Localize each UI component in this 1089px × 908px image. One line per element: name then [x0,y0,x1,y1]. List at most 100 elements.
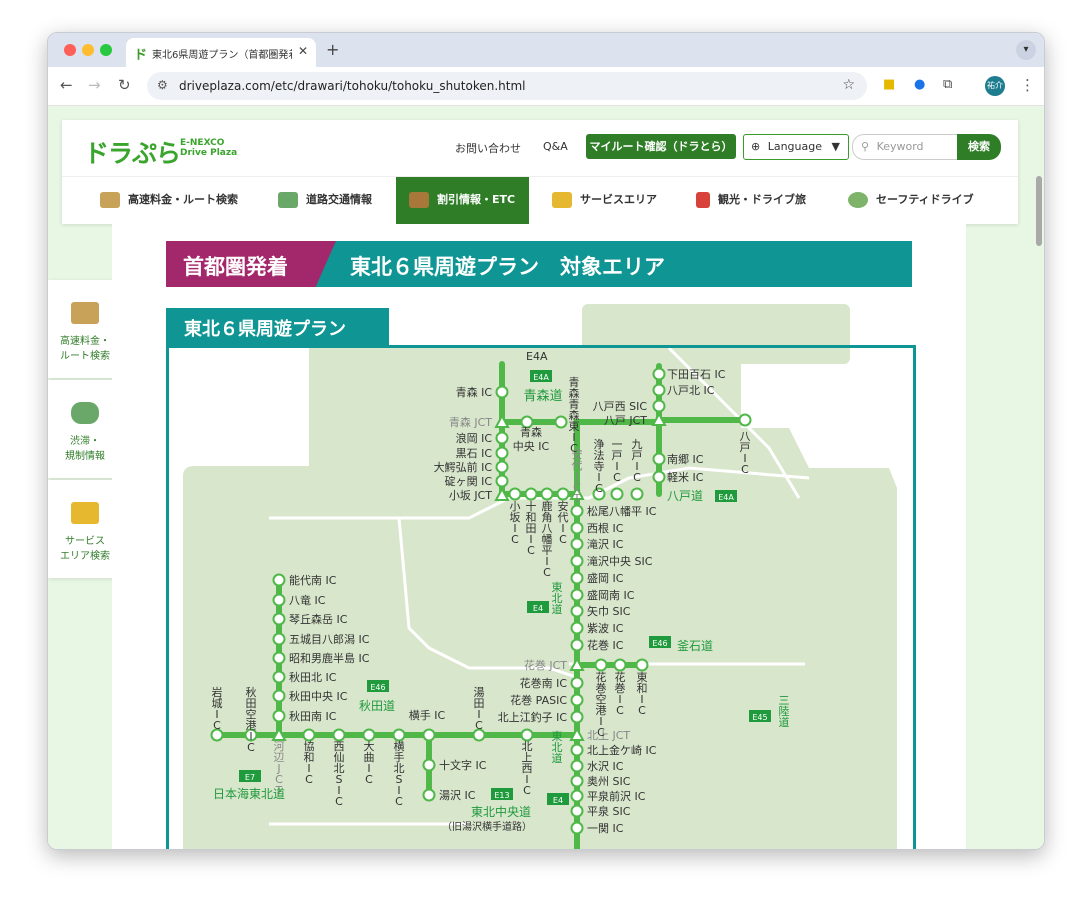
search-field[interactable]: ⚲ Keyword [852,134,958,160]
ic-node-km1 [613,658,627,672]
map-pin-icon [71,302,99,324]
profile-avatar[interactable]: 祐介 [985,76,1005,96]
ic-label: 奥州 SIC [587,774,631,788]
nav-label: サービスエリア [580,193,657,206]
road-code-sanriku: E45 [752,713,767,722]
safety-badge-icon [848,192,868,208]
ic-label: 滝沢中央 SIC [587,554,653,568]
ic-label: 青森 IC [456,385,493,399]
side-label-3a: サービス [65,536,105,547]
ic-label: 平泉前沢 IC [587,789,646,803]
road-name-aomori: 青森道 [523,389,562,404]
ic-node-t0 [570,504,584,518]
page-viewport: ドラぷら E-NEXCO Drive Plaza お問い合わせ Q&A マイルー… [48,106,1044,849]
side-link-fare-route[interactable]: 高速料金・ ルート検索 [48,280,122,378]
main-content: 首都圏発着 東北６県周遊プラン 対象エリア 東北６県周遊プラン 青森 IC 青森… [112,224,966,849]
tab-search-chevron-icon[interactable]: ▾ [1016,40,1036,60]
minimize-window-button[interactable] [82,44,94,56]
ic-node-t16 [570,774,584,788]
page-scrollbar[interactable] [1036,176,1042,246]
ic-node-an7 [272,709,286,723]
road-code-akita: E46 [370,683,385,692]
side-label-2b: 規制情報 [65,451,105,462]
site-favicon-icon: ド [134,48,148,63]
active-tab[interactable]: ド 東北6県周遊プラン（首都圏発着） ✕ [126,38,316,67]
road-code: E4A [526,350,548,363]
ic-label: 八戸 JCT [604,414,647,427]
ic-label-aomori-chuo-b: 中央 IC [513,440,550,453]
road-name-nihonkai: 日本海東北道 [213,786,285,801]
site-logo[interactable]: ドラぷら [84,134,181,170]
nav-item-traffic[interactable]: 道路交通情報 [278,177,388,225]
ic-node-km0 [594,658,608,672]
ic-label: 昭和男鹿半島 IC [289,651,370,665]
ic-label: 北上江釣子 IC [498,710,568,724]
ic-label: 盛岡南 IC [587,588,635,602]
qa-link[interactable]: Q&A [543,140,568,153]
nav-item-service-area[interactable]: サービスエリア [552,177,672,225]
extensions-puzzle-icon[interactable]: ⧉ [943,77,952,92]
road-subname-tohoku-chuo: （旧湯沢横手道路） [442,820,532,833]
browser-menu-icon[interactable]: ⋮ [1020,76,1035,94]
ic-label: 十文字 IC [439,758,487,772]
ic-node-yokote [422,728,436,742]
language-select[interactable]: ⊕ Language ▼ [743,134,849,160]
reload-icon[interactable]: ↻ [118,76,131,94]
nav-item-fare-route[interactable]: 高速料金・ルート検索 [100,177,250,225]
address-bar[interactable]: ⚙ driveplaza.com/etc/drawari/tohoku/toho… [147,72,867,100]
road-code-kamaishi: E46 [652,639,667,648]
language-label: Language [767,140,823,153]
ic-node-t17 [570,789,584,803]
ic-label: 松尾八幡平 IC [587,504,657,518]
ic-node-t18 [570,804,584,818]
nav-item-discount-etc[interactable]: 割引情報・ETC [396,177,529,225]
ic-node-t5 [570,588,584,602]
origin-badge: 首都圏発着 [166,241,336,287]
parking-sign-icon [71,502,99,524]
bookmark-star-icon[interactable]: ☆ [842,77,855,93]
site-settings-icon[interactable]: ⚙ [157,78,168,92]
ic-node-km2 [635,658,649,672]
ic-label: 花巻 IC [587,639,624,652]
ic-label: 紫波 IC [587,622,624,635]
ic-label: 青森 JCT [449,415,492,429]
ic-node-r2 [652,399,666,413]
page-title-banner: 首都圏発着 東北６県周遊プラン 対象エリア [166,241,912,287]
car-icon [278,192,298,208]
road-code-tohoku-2: E4 [553,796,563,805]
maximize-window-button[interactable] [100,44,112,56]
nav-item-safety[interactable]: セーフティドライブ [848,177,998,225]
ic-node-t8 [570,638,584,652]
logo-sub-driveplaza: Drive Plaza [180,148,238,158]
ic-node-kv3 [556,487,570,501]
ic-node-r1 [652,383,666,397]
new-tab-button[interactable]: + [326,40,339,59]
ic-node-hs0 [652,452,666,466]
back-arrow-icon[interactable]: ← [60,76,73,94]
close-window-button[interactable] [64,44,76,56]
tab-close-icon[interactable]: ✕ [298,44,308,58]
parking-icon [552,192,572,208]
forward-arrow-icon[interactable]: → [88,76,101,94]
ic-node-r0 [652,367,666,381]
ic-node-an6 [272,689,286,703]
nav-label: 割引情報・ETC [437,193,516,206]
extension-drop-icon[interactable]: ● [914,77,925,92]
ic-node-t6 [570,604,584,618]
ic-node-an0 [272,573,286,587]
side-link-service-area[interactable]: サービス エリア検索 [48,480,122,578]
ic-label: 平泉 SIC [587,804,631,818]
browser-toolbar: ← → ↻ ⚙ driveplaza.com/etc/drawari/tohok… [48,67,1044,106]
search-button[interactable]: 検索 [957,134,1001,160]
myroute-button[interactable]: マイルート確認（ドラとら） [586,134,736,159]
road-name-akita: 秋田道 [359,699,395,713]
side-link-traffic[interactable]: 渋滞・ 規制情報 [48,380,122,478]
ic-label: 北上金ケ崎 IC [587,743,657,757]
nav-item-sightseeing[interactable]: 観光・ドライブ旅 [696,177,826,225]
browser-window: ド 東北6県周遊プラン（首都圏発着） ✕ + ▾ ← → ↻ ⚙ drivepl… [47,32,1045,850]
ic-node-t15 [570,759,584,773]
ic-label: 花巻南 IC [520,677,568,690]
ic-label: 盛岡 IC [587,571,624,585]
contact-link[interactable]: お問い合わせ [455,140,521,156]
extension-note-icon[interactable]: ■ [883,77,895,92]
